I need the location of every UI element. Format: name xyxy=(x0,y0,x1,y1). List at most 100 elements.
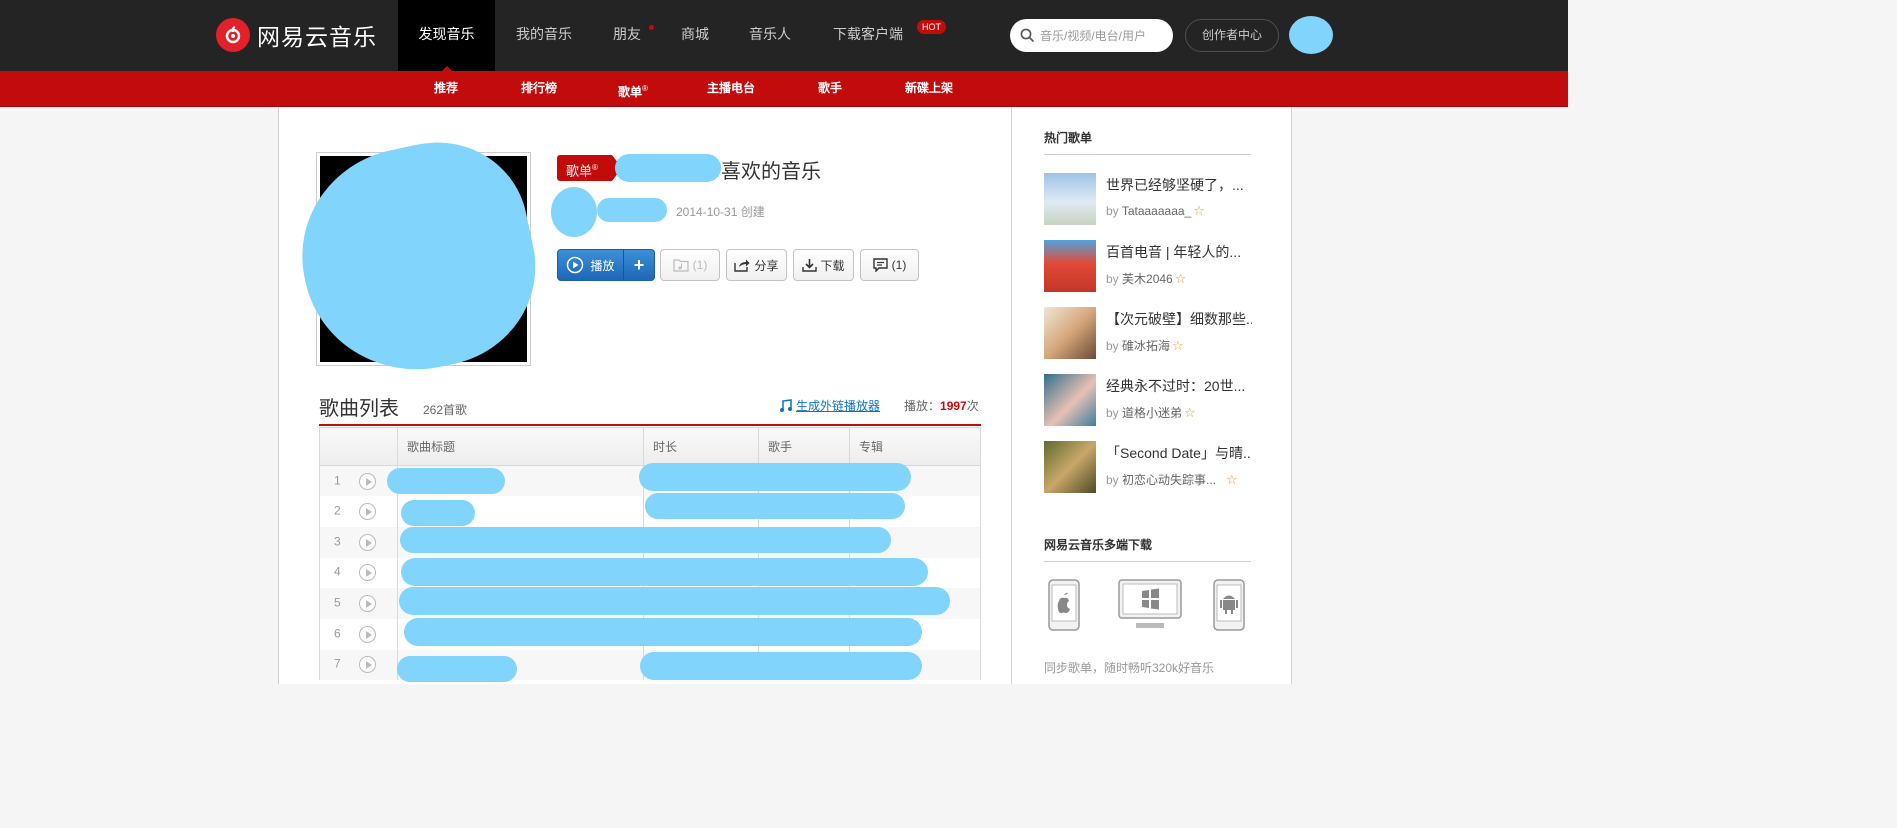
subnav-charts[interactable]: 排行榜 xyxy=(521,71,557,106)
author-name[interactable]: Tataaaaaaa_ xyxy=(1122,204,1191,218)
row-index-cell: 6 xyxy=(319,618,398,650)
list-item[interactable]: 【次元破壁】细数那些... by 碓冰拓海 ☆ xyxy=(1044,307,1254,359)
nav-my-music[interactable]: 我的音乐 xyxy=(502,0,586,71)
subnav-radio[interactable]: 主播电台 xyxy=(707,71,755,106)
nav-label: 我的音乐 xyxy=(516,26,572,42)
list-item[interactable]: 「Second Date」与晴... by 初恋心动失踪事... ☆ xyxy=(1044,441,1254,493)
play-song-icon[interactable] xyxy=(358,533,376,551)
tag-label: 歌单 xyxy=(566,163,593,179)
netease-logo-icon xyxy=(216,18,250,52)
play-button[interactable]: 播放 xyxy=(558,250,624,280)
author-name[interactable]: 碓冰拓海 xyxy=(1122,339,1170,353)
by-label: by xyxy=(1106,272,1119,286)
subnav-recommend[interactable]: 推荐 xyxy=(434,71,458,106)
play-song-icon[interactable] xyxy=(358,595,376,613)
play-song-icon[interactable] xyxy=(358,503,376,521)
nav-download-client[interactable]: 下载客户端 xyxy=(822,0,914,71)
nav-label: 朋友 xyxy=(613,26,641,42)
avatar[interactable] xyxy=(1289,16,1333,54)
nav-store[interactable]: 商城 xyxy=(672,0,718,71)
nav-friends[interactable]: 朋友 xyxy=(602,0,652,71)
by-label: by xyxy=(1106,204,1119,218)
download-label: 下载 xyxy=(820,258,845,273)
playlist-name[interactable]: 【次元破壁】细数那些... xyxy=(1106,309,1252,329)
play-song-icon[interactable] xyxy=(358,472,376,490)
redaction-mark xyxy=(639,463,911,491)
playlist-name[interactable]: 世界已经够坚硬了，... xyxy=(1106,175,1252,195)
redaction-mark xyxy=(640,652,922,680)
download-button[interactable]: 下载 xyxy=(793,249,854,281)
download-section-title: 网易云音乐多端下载 xyxy=(1044,536,1251,562)
row-index-cell: 2 xyxy=(319,496,398,527)
star-icon: ☆ xyxy=(1193,203,1205,218)
playlist-thumbnail[interactable] xyxy=(1044,307,1096,359)
external-player-link[interactable]: 生成外链播放器 xyxy=(779,397,880,414)
hot-badge: HOT xyxy=(917,20,946,34)
author-name[interactable]: 芙木2046 xyxy=(1122,272,1173,286)
subnav-label: 排行榜 xyxy=(521,81,558,95)
row-index-cell: 4 xyxy=(319,557,398,589)
search-box[interactable] xyxy=(1010,19,1173,52)
author-name[interactable]: 道格小迷弟 xyxy=(1122,406,1182,420)
play-song-icon[interactable] xyxy=(358,564,376,582)
playlist-name[interactable]: 百首电音 | 年轻人的... xyxy=(1106,242,1252,262)
playlist-title: 喜欢的音乐 xyxy=(721,161,821,183)
play-song-icon[interactable] xyxy=(358,625,376,643)
play-song-icon[interactable] xyxy=(358,656,376,674)
list-item[interactable]: 百首电音 | 年轻人的... by 芙木2046 ☆ xyxy=(1044,240,1254,292)
subnav-label: 歌手 xyxy=(818,81,843,95)
playlist-thumbnail[interactable] xyxy=(1044,374,1096,426)
top-bar: 网易云音乐 发现音乐 我的音乐 朋友 商城 音乐人 下载客户端 HOT 创作者中… xyxy=(0,0,1568,72)
redaction-mark xyxy=(401,500,475,526)
column-header-title: 歌曲标题 xyxy=(397,427,644,466)
table-header-row: 歌曲标题 时长 歌手 专辑 xyxy=(319,427,981,466)
play-count-value: 1997 xyxy=(940,399,967,413)
logo-text: 网易云音乐 xyxy=(257,24,377,50)
subnav-artists[interactable]: 歌手 xyxy=(818,71,842,106)
creator-center-button[interactable]: 创作者中心 xyxy=(1185,19,1279,52)
star-icon: ☆ xyxy=(1174,271,1187,286)
add-to-queue-button[interactable]: + xyxy=(624,250,654,280)
search-input[interactable] xyxy=(1040,28,1160,43)
comment-button[interactable]: (1) xyxy=(860,249,919,281)
ios-icon[interactable] xyxy=(1048,579,1080,631)
playlist-thumbnail[interactable] xyxy=(1044,240,1096,292)
share-icon xyxy=(734,259,750,272)
redaction-mark xyxy=(397,656,517,682)
playlist-tag: 歌单® xyxy=(557,155,622,181)
list-item[interactable]: 世界已经够坚硬了，... by Tataaaaaaa_ ☆ xyxy=(1044,173,1254,225)
list-item[interactable]: 经典永不过时：20世... by 道格小迷弟 ☆ xyxy=(1044,374,1254,426)
windows-icon[interactable] xyxy=(1118,579,1182,631)
play-label: 播放 xyxy=(590,258,615,273)
registered-mark: ® xyxy=(642,84,648,93)
playlist-author: by Tataaaaaaa_ ☆ xyxy=(1106,203,1254,219)
star-icon: ☆ xyxy=(1184,405,1196,420)
playlist-name[interactable]: 经典永不过时：20世... xyxy=(1106,376,1252,396)
android-icon[interactable] xyxy=(1213,579,1245,631)
row-index: 6 xyxy=(334,626,341,641)
subnav-new-albums[interactable]: 新碟上架 xyxy=(905,71,953,106)
play-count: 播放：1997次 xyxy=(904,397,979,414)
redaction-mark xyxy=(615,154,721,182)
playlist-thumbnail[interactable] xyxy=(1044,441,1096,493)
share-button[interactable]: 分享 xyxy=(726,249,787,281)
song-list-header: 歌曲列表 262首歌 生成外链播放器 播放：1997次 xyxy=(319,392,981,426)
nav-discover-music[interactable]: 发现音乐 xyxy=(398,0,495,72)
collect-button[interactable]: (1) xyxy=(660,249,720,281)
playlist-thumbnail[interactable] xyxy=(1044,173,1096,225)
logo[interactable]: 网易云音乐 xyxy=(216,18,377,52)
folder-music-icon xyxy=(673,259,689,272)
star-icon: ☆ xyxy=(1172,338,1184,353)
row-index-cell: 5 xyxy=(319,588,398,619)
created-date: 2014-10-31 创建 xyxy=(676,205,765,219)
author-name[interactable]: 初恋心动失踪事... xyxy=(1122,473,1216,487)
search-icon xyxy=(1020,28,1035,43)
row-index: 1 xyxy=(334,473,341,488)
subnav-playlists[interactable]: 歌单® xyxy=(618,71,648,106)
subnav-label: 主播电台 xyxy=(707,81,756,95)
playlist-name[interactable]: 「Second Date」与晴... xyxy=(1106,443,1252,463)
nav-musician[interactable]: 音乐人 xyxy=(740,0,800,71)
nav-label: 下载客户端 xyxy=(833,26,903,42)
sidebar: 热门歌单 世界已经够坚硬了，... by Tataaaaaaa_ ☆ 百首电音 |… xyxy=(1011,107,1292,684)
column-header-album: 专辑 xyxy=(849,427,981,466)
